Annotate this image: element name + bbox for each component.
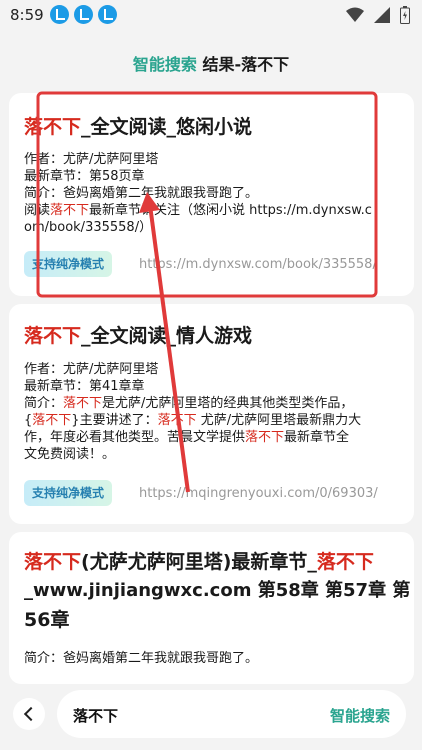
result-title[interactable]: 落不下(尤萨尤萨阿里塔)最新章节_落不下: [24, 548, 374, 576]
title-text: _全文阅读_情人游戏: [81, 325, 253, 347]
battery-icon: [400, 6, 410, 24]
result-intro-line2: {落不下}主要讲述了：落不下 尤萨/尤萨阿里塔最新鼎力大: [24, 412, 404, 429]
page-title-accent: 智能搜索: [132, 55, 197, 74]
back-button[interactable]: [13, 698, 45, 730]
result-extra: 阅读落不下最新章节请关注（悠闲小说 https://m.dynxsw.c: [24, 202, 404, 219]
smart-search-button[interactable]: 智能搜索: [330, 705, 390, 726]
result-intro-line3: 作，年度必看其他类型。苦晨文学提供落不下最新章节全: [24, 429, 404, 446]
title-highlight: 落不下: [24, 116, 82, 138]
text: 阅读: [24, 203, 51, 218]
pure-mode-badge[interactable]: 支持纯净模式: [24, 251, 113, 277]
text: 最新章节请关注（悠闲小说 https://m.dynxsw.c: [89, 203, 372, 218]
title-highlight: 落不下: [24, 551, 82, 573]
title-highlight: 落不下: [24, 325, 82, 347]
search-bar[interactable]: 落不下 智能搜索: [57, 690, 406, 738]
title-text: (尤萨尤萨阿里塔)最新章节_: [81, 551, 317, 573]
result-latest: 最新章节：第58页章: [24, 169, 145, 184]
result-intro-line4: 文免费阅读！。: [24, 447, 116, 462]
highlight: 落不下: [32, 413, 72, 428]
text: 作，年度必看其他类型。苦晨文学提供: [24, 430, 246, 445]
download-icon: [74, 5, 93, 24]
text: 尤萨/尤萨阿里塔最新鼎力大: [196, 413, 362, 428]
result-intro: 简介：爸妈离婚第二年我就跟我哥跑了。: [24, 651, 259, 666]
text: 简介：: [24, 396, 64, 411]
download-icon: [98, 5, 117, 24]
status-bar: 8:59: [0, 0, 422, 30]
result-intro: 简介：爸妈离婚第二年我就跟我哥跑了。: [24, 186, 259, 201]
text: }主要讲述了：: [71, 413, 158, 428]
pure-mode-badge[interactable]: 支持纯净模式: [24, 480, 113, 506]
result-title[interactable]: 落不下_全文阅读_悠闲小说: [24, 113, 252, 141]
signal-icon: [374, 7, 390, 23]
result-url[interactable]: https://mqingrenyouxi.com/0/69303/: [139, 486, 378, 501]
result-latest: 最新章节：第41章章: [24, 379, 145, 394]
result-url[interactable]: https://m.dynxsw.com/book/335558/: [139, 257, 377, 272]
result-author: 作者：尤萨/尤萨阿里塔: [24, 362, 159, 377]
text: 最新章节全: [284, 430, 350, 445]
text: 是尤萨/尤萨阿里塔的经典其他类型类作品，: [102, 396, 354, 411]
highlight: 落不下: [63, 396, 103, 411]
title-highlight: 落不下: [316, 551, 374, 573]
system-icons: [346, 6, 410, 24]
title-text: _全文阅读_悠闲小说: [81, 116, 253, 138]
page-title: 智能搜索 结果-落不下: [0, 51, 422, 75]
search-input[interactable]: 落不下: [73, 705, 118, 726]
result-extra-cont: om/book/335558/）: [24, 220, 153, 235]
download-icon: [50, 5, 69, 24]
highlight: 落不下: [50, 203, 90, 218]
result-title-line2[interactable]: _www.jinjiangwxc.com 第58章 第57章 第: [24, 577, 410, 605]
status-time: 8:59: [10, 6, 44, 24]
result-intro: 简介：落不下是尤萨/尤萨阿里塔的经典其他类型类作品，: [24, 395, 404, 412]
result-card[interactable]: 落不下_全文阅读_情人游戏 作者：尤萨/尤萨阿里塔 最新章节：第41章章 简介：…: [9, 304, 414, 524]
result-card[interactable]: 落不下_全文阅读_悠闲小说 作者：尤萨/尤萨阿里塔 最新章节：第58页章 简介：…: [9, 93, 414, 296]
result-card[interactable]: 落不下(尤萨尤萨阿里塔)最新章节_落不下 _www.jinjiangwxc.co…: [9, 532, 414, 684]
result-title[interactable]: 落不下_全文阅读_情人游戏: [24, 322, 252, 350]
result-title-line3[interactable]: 56章: [24, 606, 69, 634]
page-title-rest: 结果-落不下: [196, 55, 290, 74]
bottom-bar: 落不下 智能搜索: [0, 684, 422, 750]
result-author: 作者：尤萨/尤萨阿里塔: [24, 152, 159, 167]
highlight: 落不下: [245, 430, 285, 445]
highlight: 落不下: [157, 413, 197, 428]
wifi-icon: [346, 7, 364, 22]
